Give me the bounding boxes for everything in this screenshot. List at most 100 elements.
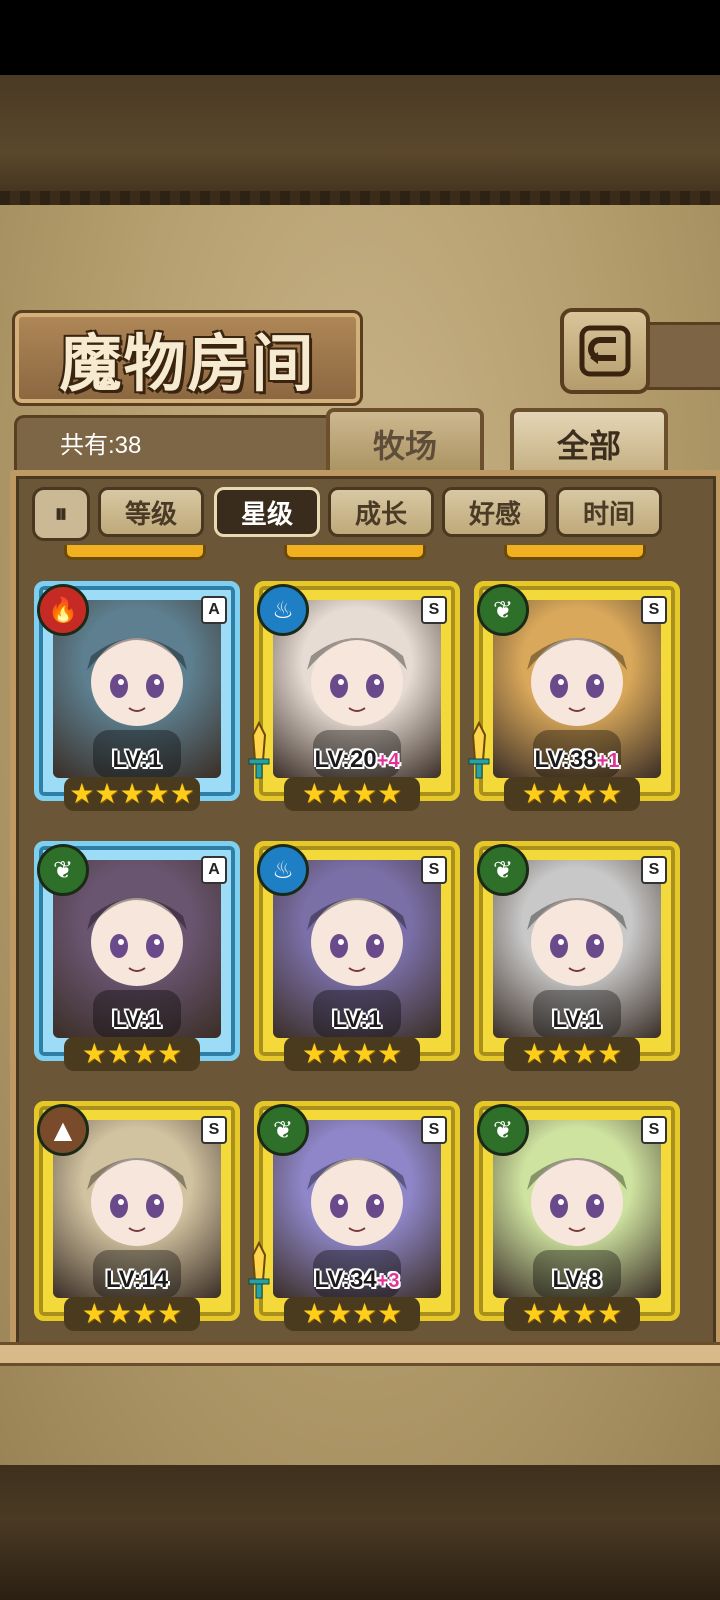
rank-badge: S (201, 1116, 227, 1144)
card-peek-above (284, 545, 426, 560)
star-icon: ★ (572, 777, 598, 810)
tab-all[interactable]: 全部 (510, 408, 668, 476)
bottom-banner-background (0, 1465, 720, 1600)
star-icon: ★ (169, 777, 195, 810)
monster-level: LV:20+4 (259, 746, 455, 774)
monster-level: LV:1 (39, 746, 235, 774)
rank-badge: S (641, 856, 667, 884)
star-icon: ★ (326, 777, 352, 810)
star-icon: ★ (301, 777, 327, 810)
monster-card[interactable]: ▲ S LV:14 ★ ★ ★ ★ (34, 1101, 240, 1335)
star-icon: ★ (352, 1297, 378, 1330)
star-icon: ★ (94, 777, 120, 810)
star-rating: ★ ★ ★ ★ ★ (64, 777, 200, 811)
star-icon: ★ (572, 1297, 598, 1330)
monster-level: LV:1 (479, 1006, 675, 1034)
monster-card[interactable]: ♨ S LV:1 ★ ★ ★ ★ (254, 841, 460, 1076)
star-rating: ★ ★ ★ ★ (64, 1037, 200, 1071)
level-value: LV:1 (332, 1006, 382, 1033)
card-frame: ♨ S LV:1 (254, 841, 460, 1061)
star-icon: ★ (546, 777, 572, 810)
card-peek-above (64, 545, 206, 560)
rank-badge: S (641, 1116, 667, 1144)
star-rating: ★ ★ ★ ★ (504, 1037, 640, 1071)
level-value: LV:14 (105, 1266, 169, 1293)
star-icon: ★ (597, 1297, 623, 1330)
sort-order-icon: ⏸ (54, 498, 68, 529)
star-icon: ★ (157, 1037, 183, 1070)
monster-level: LV:1 (39, 1006, 235, 1034)
sort-by-growth-button[interactable]: 成长 (328, 487, 434, 537)
card-peek-above (504, 545, 646, 560)
card-frame: ❦ S LV:8 (474, 1101, 680, 1321)
level-bonus: +1 (596, 750, 620, 772)
return-icon (579, 325, 631, 377)
rank-badge: S (421, 856, 447, 884)
monster-card[interactable]: ❦ A LV:1 ★ ★ ★ ★ (34, 841, 240, 1076)
back-button[interactable] (560, 308, 650, 394)
rank-badge: A (201, 856, 227, 884)
tab-ranch-label: 牧场 (372, 427, 437, 465)
star-rating: ★ ★ ★ ★ (504, 1297, 640, 1331)
monster-card[interactable]: ♨ S LV:20+4 ★ ★ ★ ★ (248, 581, 460, 816)
monster-card[interactable]: ❦ S LV:34+3 ★ ★ ★ ★ (248, 1101, 460, 1335)
star-icon: ★ (572, 1037, 598, 1070)
star-icon: ★ (301, 1297, 327, 1330)
level-bonus: +3 (376, 1270, 400, 1292)
star-icon: ★ (132, 1297, 158, 1330)
star-icon: ★ (326, 1037, 352, 1070)
sort-by-level-button[interactable]: 等级 (98, 487, 204, 537)
level-value: LV:38 (534, 746, 597, 773)
star-rating: ★ ★ ★ ★ (504, 777, 640, 811)
monster-card[interactable]: ❦ S LV:8 ★ ★ ★ ★ (474, 1101, 680, 1335)
monster-level: LV:1 (259, 1006, 455, 1034)
star-icon: ★ (157, 1297, 183, 1330)
sort-order-toggle[interactable]: ⏸ (32, 487, 90, 541)
card-frame: ♨ S LV:20+4 (254, 581, 460, 801)
star-icon: ★ (521, 777, 547, 810)
star-icon: ★ (546, 1037, 572, 1070)
monster-card[interactable]: 🔥 A LV:1 ★ ★ ★ ★ ★ (34, 581, 240, 816)
star-icon: ★ (377, 1297, 403, 1330)
star-icon: ★ (521, 1297, 547, 1330)
rank-badge: S (421, 596, 447, 624)
monster-count: 共有:38 (60, 432, 142, 459)
card-frame: ❦ S LV:34+3 (254, 1101, 460, 1321)
star-icon: ★ (106, 1297, 132, 1330)
star-icon: ★ (106, 1037, 132, 1070)
sort-by-affection-button[interactable]: 好感 (442, 487, 548, 537)
level-value: LV:1 (112, 1006, 162, 1033)
earth-element-icon: ▲ (37, 1104, 89, 1156)
sort-by-time-button[interactable]: 时间 (556, 487, 662, 537)
tab-ranch[interactable]: 牧场 (326, 408, 484, 476)
star-rating: ★ ★ ★ ★ (284, 777, 420, 811)
level-value: LV:1 (112, 746, 162, 773)
star-icon: ★ (81, 1297, 107, 1330)
star-icon: ★ (546, 1297, 572, 1330)
monster-grid[interactable]: 🔥 A LV:1 ★ ★ ★ ★ ★ ♨ S LV:20+4 ★ ★ ★ ★ ❦ S LV:38+1 ★ ★ ★ ★ (20, 545, 700, 1335)
fire-element-icon: 🔥 (37, 584, 89, 636)
star-icon: ★ (132, 1037, 158, 1070)
page-title: 魔物房间 (59, 327, 316, 400)
star-rating: ★ ★ ★ ★ (284, 1037, 420, 1071)
level-value: LV:8 (552, 1266, 602, 1293)
top-banner-background (0, 75, 720, 205)
water-element-icon: ♨ (257, 844, 309, 896)
monster-card[interactable]: ❦ S LV:1 ★ ★ ★ ★ (474, 841, 680, 1076)
level-value: LV:1 (552, 1006, 602, 1033)
star-icon: ★ (301, 1037, 327, 1070)
star-rating: ★ ★ ★ ★ (64, 1297, 200, 1331)
star-icon: ★ (352, 1037, 378, 1070)
title-plate: 魔物房间 (12, 310, 363, 406)
star-icon: ★ (119, 777, 145, 810)
star-icon: ★ (352, 777, 378, 810)
tab-all-label: 全部 (556, 427, 621, 465)
sword-equipped-icon (248, 1241, 270, 1299)
sword-equipped-icon (468, 721, 490, 779)
monster-card[interactable]: ❦ S LV:38+1 ★ ★ ★ ★ (468, 581, 680, 816)
star-icon: ★ (377, 777, 403, 810)
star-icon: ★ (326, 1297, 352, 1330)
card-frame: ❦ S LV:1 (474, 841, 680, 1061)
sort-toolbar: ⏸ 等级 星级 成长 好感 时间 (32, 487, 692, 541)
sort-by-star-button[interactable]: 星级 (214, 487, 320, 537)
